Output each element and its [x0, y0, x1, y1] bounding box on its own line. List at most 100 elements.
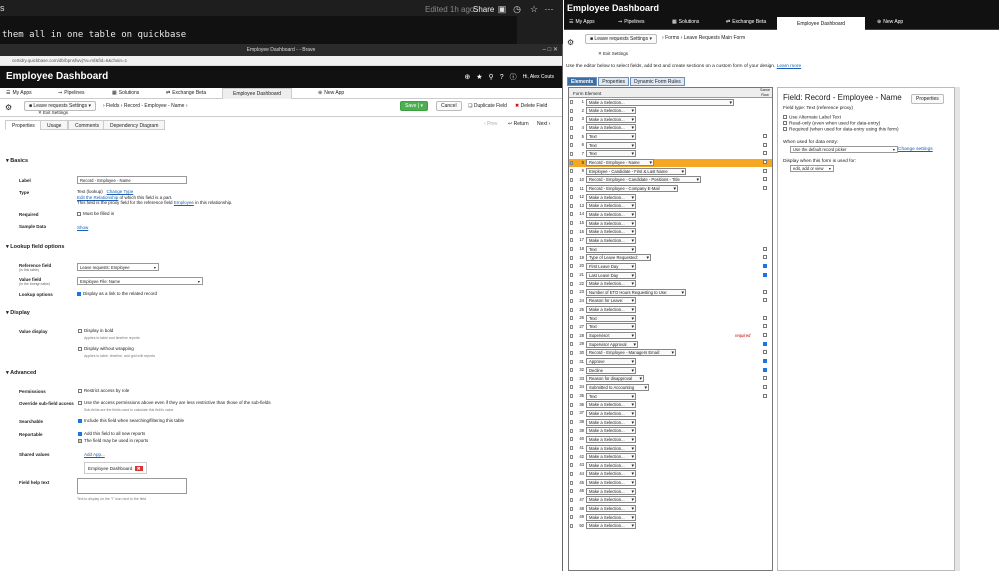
form-row[interactable]: 21 Last Leave Day: [569, 271, 772, 280]
same-row-checkbox[interactable]: [763, 246, 767, 251]
element-select[interactable]: Text: [586, 133, 636, 141]
drag-handle-icon[interactable]: [570, 290, 573, 295]
display-mode-select[interactable]: edit, add or view ▾: [790, 165, 834, 172]
info-icon[interactable]: ⓘ: [510, 72, 517, 82]
element-select[interactable]: Make a Selection...: [586, 124, 636, 132]
scrollbar[interactable]: [955, 87, 960, 571]
drag-handle-icon[interactable]: [570, 273, 573, 277]
drag-handle-icon[interactable]: [570, 489, 573, 494]
drag-handle-icon[interactable]: [570, 151, 573, 156]
drag-handle-icon[interactable]: [570, 515, 573, 520]
drag-handle-icon[interactable]: [570, 264, 573, 269]
drag-handle-icon[interactable]: [570, 238, 573, 243]
drag-handle-icon[interactable]: [570, 100, 573, 104]
favorite-icon[interactable]: ★: [476, 73, 482, 81]
form-row[interactable]: 18 Text: [569, 245, 772, 254]
star-icon[interactable]: ☆: [529, 4, 539, 14]
form-row[interactable]: 5 Text: [569, 133, 772, 142]
lookup-heading[interactable]: ▾ Lookup field options: [6, 244, 64, 250]
element-select[interactable]: Make a Selection...: [586, 98, 734, 106]
drag-handle-icon[interactable]: [570, 324, 573, 329]
same-row-checkbox[interactable]: [763, 168, 767, 173]
drag-handle-icon[interactable]: [570, 428, 573, 433]
user-menu[interactable]: Hi, Alex Couts: [523, 74, 554, 80]
help-text-input[interactable]: [77, 478, 187, 494]
element-select[interactable]: Make a Selection...: [586, 522, 636, 530]
label-input[interactable]: Record - Employee - Name: [77, 176, 187, 184]
nav-new-app[interactable]: ⊕ New App: [318, 90, 344, 96]
form-row[interactable]: 20 First Leave Day: [569, 262, 772, 271]
add-icon[interactable]: ⊕: [464, 73, 470, 81]
form-row[interactable]: 14 Make a Selection...: [569, 210, 772, 219]
element-select[interactable]: Supervisor:: [586, 332, 636, 340]
read-only-option[interactable]: Read-only (even when used for data-entry…: [783, 121, 880, 126]
same-row-checkbox[interactable]: [763, 134, 767, 139]
drag-handle-icon[interactable]: [570, 177, 573, 182]
required-option[interactable]: Must be filled in: [77, 211, 114, 216]
cancel-button[interactable]: Cancel: [436, 101, 462, 111]
value-field-select[interactable]: Employee File: Name ▾: [77, 277, 203, 285]
drag-handle-icon[interactable]: [570, 212, 573, 217]
same-row-checkbox[interactable]: [763, 255, 767, 260]
form-row[interactable]: 8 Record - Employee - Name: [569, 158, 772, 168]
gear-icon[interactable]: ⚙: [5, 103, 12, 112]
same-row-checkbox[interactable]: [763, 160, 767, 165]
same-row-checkbox[interactable]: [763, 315, 767, 320]
drag-handle-icon[interactable]: [570, 359, 573, 364]
window-controls[interactable]: – □ ✕: [543, 44, 558, 56]
advanced-heading[interactable]: ▾ Advanced: [6, 370, 36, 376]
drag-handle-icon[interactable]: [570, 506, 573, 511]
searchable-checkbox[interactable]: [78, 418, 82, 423]
same-row-checkbox[interactable]: [763, 367, 767, 372]
restrict-option[interactable]: Restrict access by role: [78, 388, 129, 393]
element-select[interactable]: Make a Selection...: [586, 470, 636, 478]
element-select[interactable]: First Leave Day: [586, 262, 636, 270]
form-row[interactable]: 41 Make a Selection...: [569, 444, 772, 453]
nav-pipelines[interactable]: ⇝ Pipelines: [58, 90, 85, 96]
element-select[interactable]: Text: [586, 150, 636, 158]
nav-solutions[interactable]: ▦ Solutions: [672, 19, 699, 25]
element-select[interactable]: Supervisor Approval: [586, 340, 638, 348]
form-row[interactable]: 40 Make a Selection...: [569, 435, 772, 444]
form-row[interactable]: 32 Decline: [569, 366, 772, 375]
element-select[interactable]: Employee - Candidate - First & Last Name: [586, 167, 686, 175]
drag-handle-icon[interactable]: [570, 108, 573, 113]
change-type-link[interactable]: Change Type: [107, 189, 134, 194]
form-row[interactable]: 46 Make a Selection...: [569, 487, 772, 496]
nav-exchange[interactable]: ⇄ Exchange Beta: [726, 19, 766, 25]
tab-usage[interactable]: Usage: [40, 120, 69, 130]
element-select[interactable]: Text: [586, 314, 636, 322]
element-select[interactable]: Make a Selection...: [586, 228, 636, 236]
drag-handle-icon[interactable]: [570, 316, 573, 321]
more-icon[interactable]: ⋯: [544, 4, 554, 14]
drag-handle-icon[interactable]: [570, 186, 573, 191]
form-row[interactable]: 6 Text: [569, 141, 772, 150]
reference-field-select[interactable]: Leave requests: Employee ▾: [77, 263, 159, 271]
drag-handle-icon[interactable]: [570, 160, 573, 165]
reports-checkbox[interactable]: [78, 438, 82, 443]
form-row[interactable]: 9 Employee - Candidate - First & Last Nam…: [569, 167, 772, 176]
form-row[interactable]: 27 Text: [569, 323, 772, 332]
delete-field-button[interactable]: ✖ Delete Field: [515, 103, 547, 109]
save-button[interactable]: Save | ▾: [400, 101, 428, 111]
drag-handle-icon[interactable]: [570, 463, 573, 468]
element-select[interactable]: Text: [586, 245, 636, 253]
drag-handle-icon[interactable]: [570, 497, 573, 502]
form-row[interactable]: 1 Make a Selection...: [569, 98, 772, 107]
nav-my-apps[interactable]: ☰ My Apps: [569, 19, 595, 25]
same-row-checkbox[interactable]: [763, 393, 767, 398]
same-row-checkbox[interactable]: [763, 324, 767, 329]
form-row[interactable]: 25 Make a Selection...: [569, 306, 772, 315]
share-button[interactable]: Share: [473, 5, 494, 14]
element-select[interactable]: Make a Selection...: [586, 401, 636, 409]
drag-handle-icon[interactable]: [570, 471, 573, 476]
form-row[interactable]: 16 Make a Selection...: [569, 228, 772, 237]
form-row[interactable]: 38 Make a Selection...: [569, 418, 772, 427]
form-row[interactable]: 31 Approve: [569, 358, 772, 367]
form-row[interactable]: 33 Reason for disapproval: [569, 375, 772, 384]
override-checkbox[interactable]: [78, 400, 82, 405]
bold-checkbox[interactable]: [78, 328, 82, 333]
drag-handle-icon[interactable]: [570, 480, 573, 485]
duplicate-field-button[interactable]: ❏ Duplicate Field: [468, 103, 507, 109]
drag-handle-icon[interactable]: [570, 247, 573, 252]
